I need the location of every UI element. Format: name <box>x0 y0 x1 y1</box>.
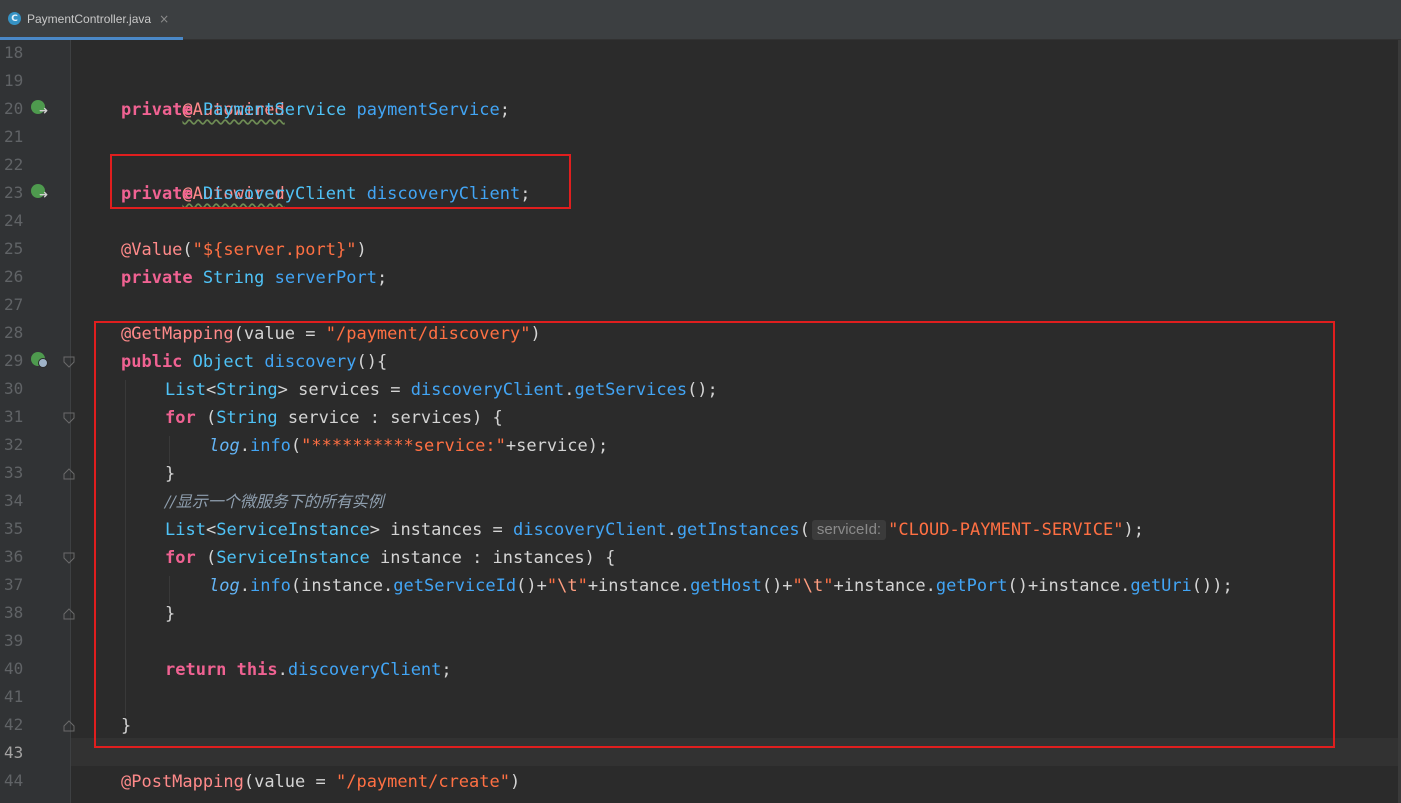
code-line: private String serverPort; <box>121 268 388 288</box>
code-line: @Autowired <box>182 100 285 120</box>
code-editor[interactable]: 18 19 20 21 22 23 24 25 26 27 28 29 30 31 32 33 34 35 36 37… <box>0 40 1401 803</box>
editor-tab-bar: C PaymentController.java × <box>0 0 1401 40</box>
close-icon[interactable]: × <box>159 12 169 26</box>
code-line: @Value("${server.port}") <box>121 240 367 260</box>
code-line: @PostMapping(value = "/payment/create") <box>121 772 521 792</box>
highlight-box-autowired <box>110 154 571 209</box>
code-line: private PaymentService paymentService; <box>121 100 510 120</box>
highlight-box-discovery-method <box>94 321 1335 748</box>
tab-label: PaymentController.java <box>27 11 152 26</box>
java-class-icon: C <box>8 12 21 25</box>
tab-payment-controller[interactable]: C PaymentController.java × <box>0 0 183 40</box>
